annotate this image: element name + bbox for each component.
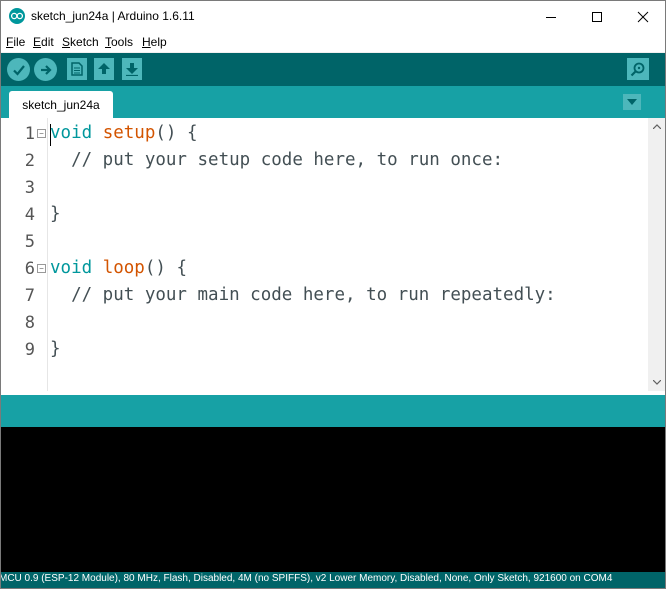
fold-toggle-icon[interactable]: −	[37, 264, 46, 273]
maximize-button[interactable]	[574, 1, 620, 32]
new-button[interactable]	[67, 58, 87, 80]
minimize-icon	[546, 16, 556, 18]
menu-bar: File Edit Sketch Tools Help	[1, 32, 665, 53]
line-number: 3	[24, 178, 35, 198]
menu-file[interactable]: File	[6, 35, 25, 49]
close-button[interactable]	[620, 1, 665, 32]
menu-tools[interactable]: Tools	[105, 35, 133, 49]
serial-monitor-icon	[630, 62, 645, 77]
tab-strip: sketch_jun24a	[1, 86, 665, 118]
tab-sketch[interactable]: sketch_jun24a	[9, 91, 113, 118]
upload-icon	[40, 64, 52, 75]
line-number: 8	[24, 313, 35, 333]
arduino-logo-icon	[9, 8, 25, 24]
code-editor[interactable]: 1 2 3 4 5 6 7 8 9 − − void setup() { // …	[1, 118, 665, 391]
line-number: 9	[24, 340, 35, 360]
menu-sketch[interactable]: Sketch	[62, 35, 99, 49]
menu-help[interactable]: Help	[142, 35, 167, 49]
verify-button[interactable]	[7, 58, 30, 81]
line-number: 2	[24, 151, 35, 171]
line-number: 1	[24, 124, 35, 144]
code-line: // put your setup code here, to run once…	[50, 150, 504, 170]
open-icon	[98, 63, 110, 74]
code-line: void setup() {	[50, 123, 198, 143]
maximize-icon	[592, 11, 602, 22]
save-button[interactable]	[122, 58, 142, 80]
code-line: // put your main code here, to run repea…	[50, 285, 556, 305]
serial-monitor-button[interactable]	[627, 58, 649, 80]
minimize-button[interactable]	[528, 1, 574, 32]
board-config-text: MCU 0.9 (ESP-12 Module), 80 MHz, Flash, …	[0, 573, 613, 584]
scroll-down-button[interactable]	[648, 374, 665, 391]
code-line: void loop() {	[50, 258, 188, 278]
verify-icon	[12, 64, 25, 76]
chevron-down-icon	[627, 99, 637, 105]
tab-menu-button[interactable]	[623, 94, 641, 110]
new-icon	[71, 62, 83, 76]
arduino-ide-window: sketch_jun24a | Arduino 1.6.11 File Edit…	[0, 0, 666, 589]
chevron-up-icon	[652, 124, 661, 129]
board-status-bar: MCU 0.9 (ESP-12 Module), 80 MHz, Flash, …	[1, 572, 665, 588]
fold-toggle-icon[interactable]: −	[37, 129, 46, 138]
code-line: }	[50, 204, 61, 224]
close-icon	[637, 11, 649, 22]
title-bar[interactable]: sketch_jun24a | Arduino 1.6.11	[1, 1, 665, 32]
line-number: 6	[24, 259, 35, 279]
scroll-up-button[interactable]	[648, 118, 665, 135]
menu-edit[interactable]: Edit	[33, 35, 54, 49]
message-status-bar	[1, 395, 665, 427]
upload-button[interactable]	[34, 58, 57, 81]
window-title: sketch_jun24a | Arduino 1.6.11	[31, 9, 195, 23]
chevron-down-icon	[652, 380, 661, 385]
line-number: 7	[24, 286, 35, 306]
line-number: 5	[24, 232, 35, 252]
editor-scrollbar[interactable]	[648, 118, 665, 391]
line-number-gutter: 1 2 3 4 5 6 7 8 9 − −	[1, 118, 48, 391]
output-console[interactable]	[1, 427, 665, 572]
code-line: }	[50, 339, 61, 359]
toolbar	[1, 53, 665, 86]
line-number: 4	[24, 205, 35, 225]
open-button[interactable]	[94, 58, 114, 80]
save-icon	[126, 63, 138, 76]
